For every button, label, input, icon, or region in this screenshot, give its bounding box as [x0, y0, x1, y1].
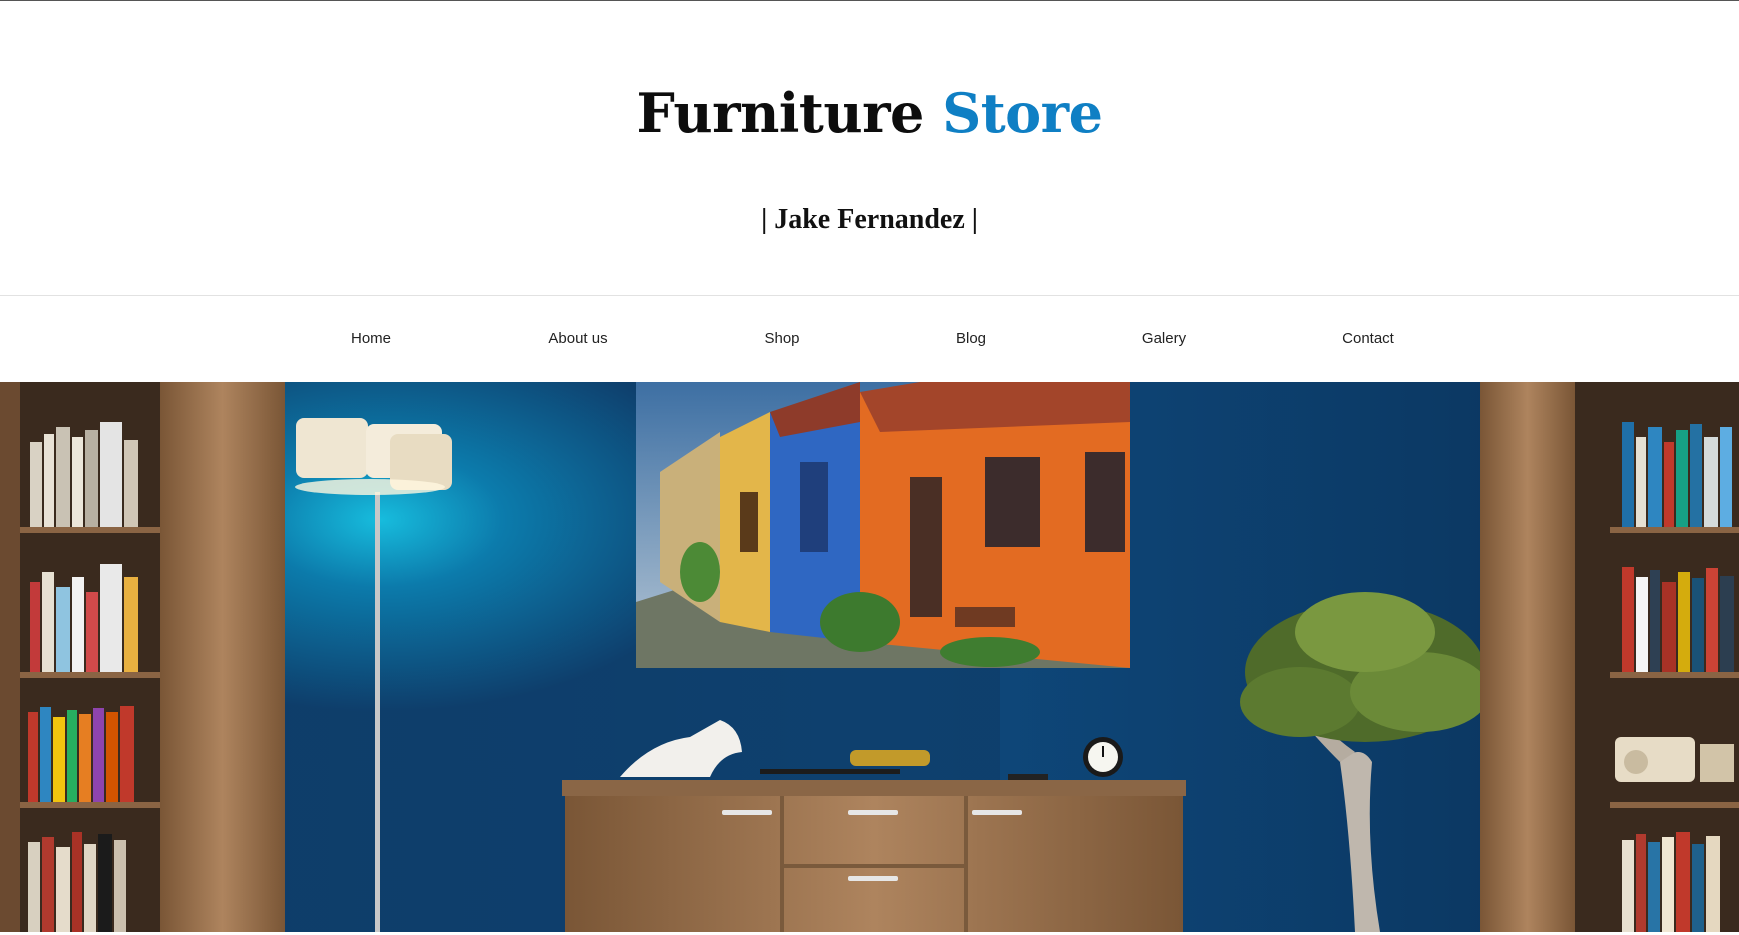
- hero-banner: [0, 382, 1739, 932]
- wall-painting: [636, 382, 1130, 668]
- hero-image: [0, 382, 1739, 932]
- site-title[interactable]: Furniture Store: [0, 81, 1739, 145]
- site-header: Furniture Store | Jake Fernandez |: [0, 1, 1739, 295]
- nav-galery[interactable]: Galery: [1142, 330, 1186, 347]
- nav-home[interactable]: Home: [351, 330, 391, 347]
- site-owner-name: | Jake Fernandez |: [761, 204, 978, 235]
- sideboard: [562, 720, 1186, 932]
- nav-about-us[interactable]: About us: [548, 330, 607, 347]
- site-title-word-2[interactable]: Store: [942, 81, 1103, 145]
- nav-shop[interactable]: Shop: [764, 330, 799, 347]
- main-navigation: Home About us Shop Blog Galery Contact: [0, 295, 1739, 382]
- nav-blog[interactable]: Blog: [956, 330, 986, 347]
- nav-contact[interactable]: Contact: [1342, 330, 1394, 347]
- site-title-word-1[interactable]: Furniture: [637, 81, 925, 145]
